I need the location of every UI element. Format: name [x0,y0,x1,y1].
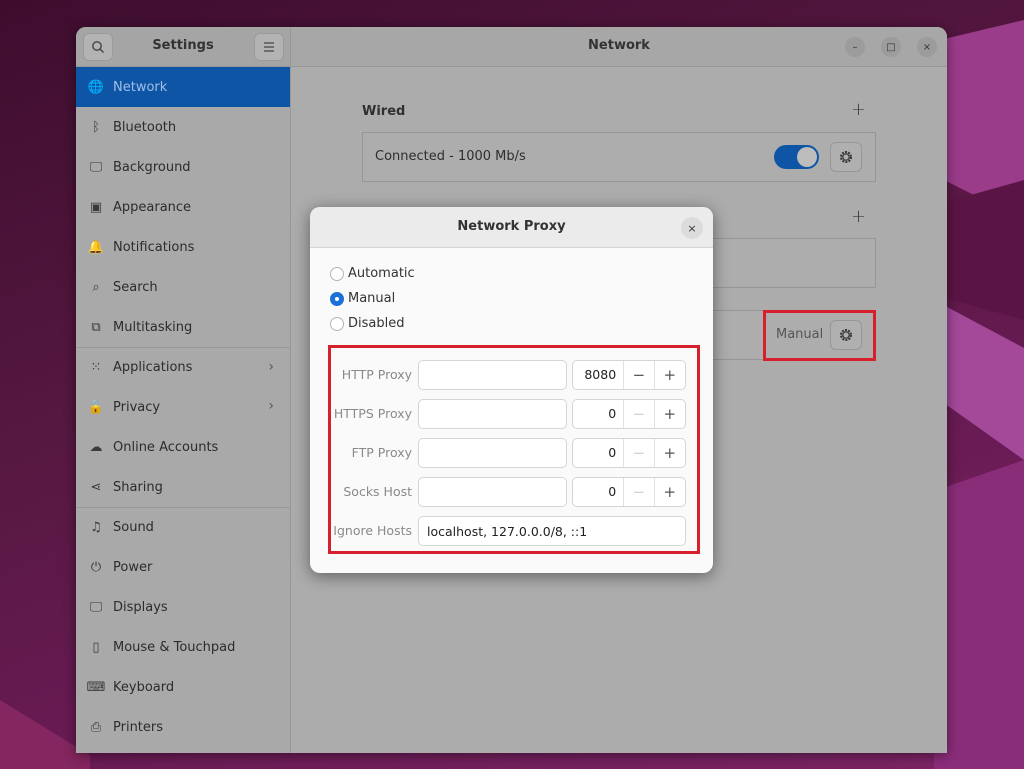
radio-label: Automatic [348,266,415,281]
main-menu-button[interactable] [254,33,284,61]
radio-label: Manual [348,291,396,306]
minimize-button[interactable]: – [845,37,865,57]
hamburger-menu-icon [264,42,274,52]
maximize-icon: □ [886,41,896,53]
share-icon: ⋖ [90,479,102,495]
gear-icon [840,151,852,163]
dialog-close-button[interactable]: × [681,217,703,239]
grid-icon: ⁙ [90,360,102,375]
sidebar-item-privacy[interactable]: 🔒 Privacy › [76,387,290,427]
dialog-title: Network Proxy [457,219,566,234]
sidebar-item-label: Sharing [113,479,163,495]
sidebar-item-label: Bluetooth [113,119,177,135]
radio-button[interactable] [330,266,344,281]
dialog-header: Network Proxy × [310,207,713,248]
wallpaper-shape [934,460,1024,769]
radio-label: Disabled [348,316,405,331]
bluetooth-icon: ᛒ [92,119,100,135]
wired-toggle[interactable] [774,145,819,169]
add-wired-button[interactable]: + [851,99,866,120]
wired-settings-button[interactable] [830,142,862,172]
display-icon: 🖵 [89,599,103,615]
proxy-mode-automatic[interactable]: Automatic [330,266,415,281]
sidebar-item-label: Notifications [113,239,195,255]
sidebar-item-multitasking[interactable]: ⧉ Multitasking [76,307,290,347]
sidebar-item-bluetooth[interactable]: ᛒ Bluetooth [76,107,290,147]
sidebar-item-sound[interactable]: ♫ Sound [76,507,290,547]
wired-status: Connected - 1000 Mb/s [375,149,526,164]
sidebar-item-label: Network [113,79,168,95]
sidebar-item-label: Appearance [113,199,192,215]
sidebar-item-keyboard[interactable]: ⌨ Keyboard [76,667,290,707]
sidebar-item-label: Mouse & Touchpad [113,639,236,655]
sidebar-item-search[interactable]: ⌕ Search [76,267,290,307]
radio-button[interactable] [330,316,344,331]
close-button[interactable]: × [917,37,937,57]
sidebar-item-applications[interactable]: ⁙ Applications › [76,347,290,387]
sidebar-item-background[interactable]: 🖵 Background [76,147,290,187]
sidebar-item-appearance[interactable]: ▣ Appearance [76,187,290,227]
radio-button[interactable] [330,291,344,306]
printer-icon: ⎙ [90,719,102,735]
close-icon: × [687,221,697,235]
wallpaper-shape [934,300,1024,460]
power-icon: ⏻ [90,559,102,575]
globe-icon: 🌐 [87,79,105,95]
sidebar-item-label: Printers [113,719,164,735]
mouse-icon: ▯ [92,639,100,655]
proxy-mode-disabled[interactable]: Disabled [330,316,404,331]
proxy-fields-highlight-box [328,345,700,554]
monitor-icon: 🖵 [89,159,103,175]
sidebar-nav: 🌐 Network ᛒ Bluetooth 🖵 Background ▣ Appearance… [76,67,290,747]
sidebar-item-printers[interactable]: ⎙ Printers [76,707,290,747]
sidebar-header: Settings [76,27,290,67]
music-note-icon: ♫ [90,520,102,535]
sidebar-item-label: Keyboard [113,679,175,695]
sidebar-item-label: Multitasking [113,319,193,335]
wired-section-label: Wired [362,104,406,119]
sidebar-item-label: Sound [113,520,154,535]
proxy-highlight-box [763,310,876,361]
chevron-right-icon: › [268,359,274,375]
sidebar-item-label: Privacy [113,399,161,415]
sidebar-item-online-accounts[interactable]: ☁ Online Accounts [76,427,290,467]
sidebar-item-notifications[interactable]: 🔔 Notifications [76,227,290,267]
bell-icon: 🔔 [87,239,105,255]
sidebar-item-sharing[interactable]: ⋖ Sharing [76,467,290,507]
close-icon: × [922,41,932,53]
sidebar-item-label: Applications [113,360,193,375]
add-vpn-button[interactable]: + [851,206,866,227]
sidebar-item-displays[interactable]: 🖵 Displays [76,587,290,627]
sidebar-item-label: Search [113,279,158,295]
wired-connection-row: Connected - 1000 Mb/s [362,132,876,182]
maximize-button[interactable]: □ [881,37,901,57]
sidebar-item-label: Displays [113,599,168,615]
sidebar-item-network[interactable]: 🌐 Network [76,67,290,107]
appearance-icon: ▣ [89,199,103,215]
sidebar-item-label: Background [113,159,191,175]
sidebar-item-mouse-touchpad[interactable]: ▯ Mouse & Touchpad [76,627,290,667]
sidebar-item-power[interactable]: ⏻ Power [76,547,290,587]
multitasking-icon: ⧉ [91,319,101,335]
sidebar-item-label: Power [113,559,153,575]
proxy-mode-manual[interactable]: Manual [330,291,395,306]
search-icon: ⌕ [92,279,100,295]
sidebar: Settings 🌐 Network ᛒ Bluetooth 🖵 Background ▣ A… [76,27,291,753]
chevron-right-icon: › [268,398,274,414]
keyboard-icon: ⌨ [86,679,106,695]
toggle-knob [797,147,817,167]
cloud-icon: ☁ [89,439,103,455]
sidebar-item-label: Online Accounts [113,439,219,455]
content-header: Network – □ × [291,27,947,67]
lock-icon: 🔒 [87,399,105,415]
minimize-icon: – [852,41,858,53]
